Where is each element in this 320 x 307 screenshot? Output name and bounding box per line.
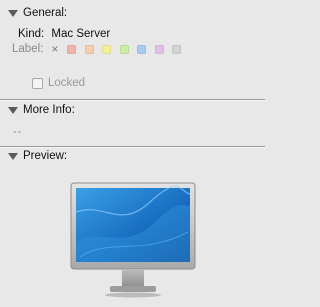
kind-row: Kind: Mac Server [18,28,110,40]
label-none-icon[interactable]: × [51,43,58,55]
cinema-display-icon [70,182,196,298]
label-color-swatch[interactable] [137,44,147,54]
more-info-section-header[interactable]: More Info: [0,102,265,118]
label-color-swatch[interactable] [119,44,129,54]
label-color-swatch[interactable] [84,44,94,54]
label-color-swatch[interactable] [102,44,112,54]
general-section-header[interactable]: General: [0,5,265,21]
disclosure-triangle-icon[interactable] [8,9,18,17]
label-color-swatch[interactable] [67,44,77,54]
label-caption: Label: [12,43,44,55]
locked-row: Locked [32,77,85,89]
section-divider-highlight [0,100,265,101]
label-color-swatches [67,44,190,54]
preview-section-title: Preview: [23,150,68,162]
more-info-value: -- [13,126,23,138]
preview-section-header[interactable]: Preview: [0,148,265,164]
disclosure-triangle-icon[interactable] [8,152,18,160]
label-color-swatch[interactable] [172,44,182,54]
general-section-title: General: [23,7,68,19]
disclosure-triangle-icon[interactable] [8,106,18,114]
kind-label: Kind: [18,28,45,40]
label-row: Label: × [12,43,190,55]
locked-checkbox[interactable] [32,77,43,89]
kind-value: Mac Server [51,28,111,40]
more-info-section-title: More Info: [23,104,75,116]
locked-label: Locked [48,77,86,89]
label-color-swatch[interactable] [154,44,164,54]
